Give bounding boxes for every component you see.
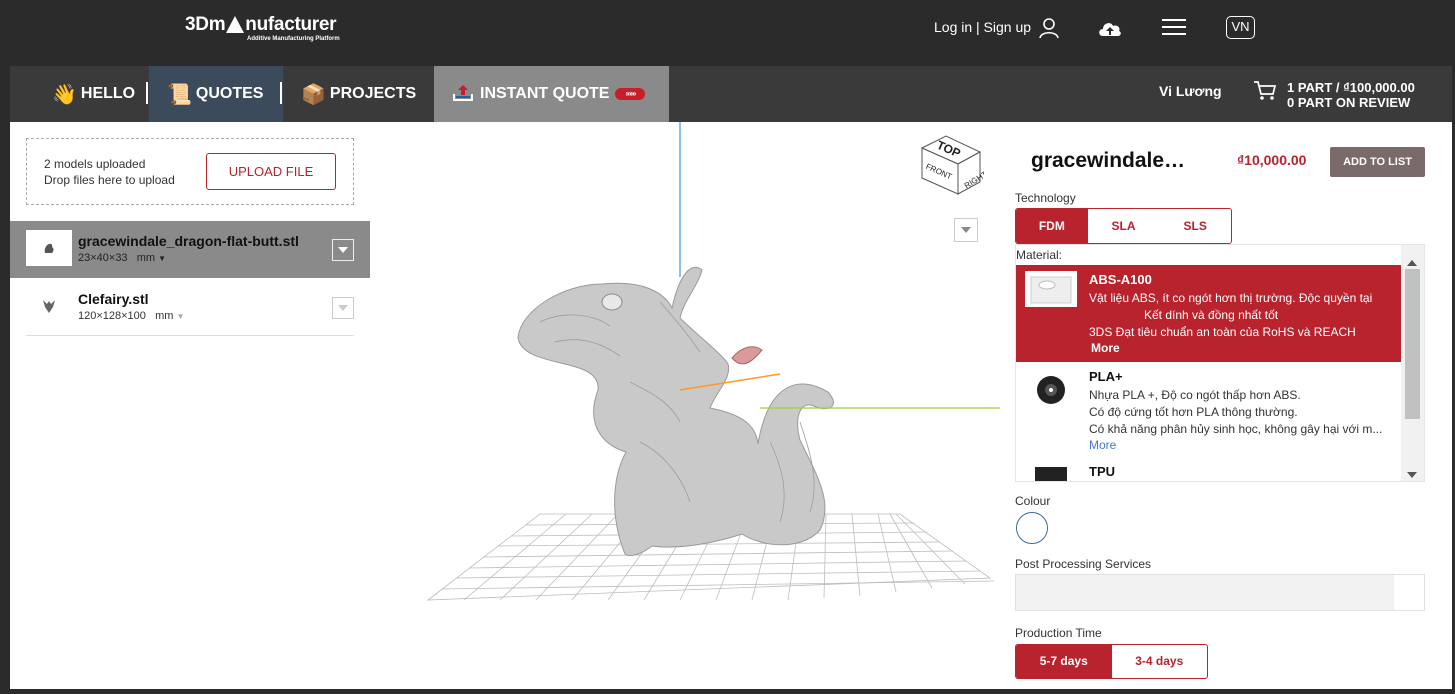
nav-quotes-label: QUOTES bbox=[195, 85, 264, 102]
material-name: PLA+ bbox=[1089, 369, 1123, 384]
post-processing-select[interactable] bbox=[1015, 574, 1425, 611]
material-more-link[interactable]: More bbox=[1089, 437, 1116, 454]
material-desc-line: 3DS Đạt tiêu chuẩn an toàn của RoHS và R… bbox=[1089, 325, 1356, 339]
unit-select[interactable]: mm bbox=[155, 310, 173, 322]
model-thumbnail bbox=[26, 288, 72, 324]
file-dims-value: 23×40×33 bbox=[78, 252, 128, 264]
material-option-tpu[interactable]: TPU bbox=[1016, 457, 1402, 481]
nav-hello[interactable]: 👋 HELLO bbox=[52, 66, 135, 122]
login-signup-link[interactable]: Log in | Sign up bbox=[934, 19, 1031, 35]
3d-model-viewer[interactable]: TOP FRONT RIGHT bbox=[380, 122, 1000, 689]
nav-instant-quote[interactable]: INSTANT QUOTE ›››››› bbox=[434, 66, 669, 122]
logo-tagline: Additive Manufacturing Platform bbox=[247, 36, 340, 42]
nav-quotes[interactable]: 📜 QUOTES bbox=[149, 66, 283, 122]
logo-text-end: nufacturer bbox=[245, 14, 337, 35]
file-options-dropdown[interactable] bbox=[332, 297, 354, 319]
material-name: TPU bbox=[1089, 464, 1115, 479]
material-label: Material: bbox=[1016, 248, 1063, 262]
material-scrollbar[interactable] bbox=[1401, 245, 1424, 481]
nav-divider bbox=[146, 82, 148, 104]
cart-parts-total: 1 PART / ₫100,000.00 bbox=[1287, 80, 1415, 95]
file-row[interactable]: gracewindale_dragon-flat-butt.stl 23×40×… bbox=[10, 221, 370, 278]
upload-dropzone[interactable]: 2 models uploaded Drop files here to upl… bbox=[26, 138, 354, 205]
scroll-down-arrow-icon[interactable] bbox=[1407, 465, 1417, 481]
upload-file-button[interactable]: UPLOAD FILE bbox=[206, 153, 336, 190]
nav-hello-label: HELLO bbox=[80, 85, 136, 102]
user-name[interactable]: Vi Lương bbox=[1159, 83, 1222, 99]
post-processing-label: Post Processing Services bbox=[1015, 557, 1152, 571]
list-divider bbox=[26, 335, 354, 336]
logo-text-start: 3Dm bbox=[185, 14, 226, 35]
technology-label: Technology bbox=[1015, 191, 1076, 205]
brand-logo[interactable]: 3Dm nufacturer Additive Manufacturing Pl… bbox=[185, 14, 340, 42]
production-time-label: Production Time bbox=[1015, 626, 1102, 640]
unit-select[interactable]: mm bbox=[137, 252, 155, 264]
material-thumbnail bbox=[1025, 271, 1077, 307]
tech-sla-button[interactable]: SLA bbox=[1088, 209, 1160, 243]
cloud-upload-icon[interactable] bbox=[1097, 17, 1123, 44]
3d-scene bbox=[426, 122, 1000, 601]
main-nav: 👋 HELLO 📜 QUOTES 📦 PROJECTS INSTANT QUOT… bbox=[10, 66, 1452, 122]
drop-hint: Drop files here to upload bbox=[44, 173, 175, 187]
add-to-list-button[interactable]: ADD TO LIST bbox=[1330, 147, 1425, 177]
upload-info: 2 models uploaded Drop files here to upl… bbox=[44, 156, 175, 188]
view-orientation-cube[interactable]: TOP FRONT RIGHT bbox=[920, 134, 989, 201]
material-thumbnail bbox=[1025, 372, 1077, 408]
file-row[interactable]: Clefairy.stl 120×128×100 mm ▼ bbox=[10, 279, 370, 336]
upload-tray-icon bbox=[452, 82, 474, 107]
file-dimensions: 120×128×100 mm ▼ bbox=[78, 310, 184, 322]
nav-projects[interactable]: 📦 PROJECTS bbox=[301, 66, 416, 122]
model-title: gracewindale… bbox=[1031, 149, 1186, 172]
scroll-icon: 📜 bbox=[167, 83, 192, 106]
tech-sls-button[interactable]: SLS bbox=[1159, 209, 1231, 243]
hamburger-menu-icon[interactable] bbox=[1162, 18, 1186, 41]
material-desc-line: Có độ cứng tốt hơn PLA thông thường. bbox=[1089, 405, 1298, 419]
chevron-down-icon[interactable]: ▼ bbox=[176, 312, 184, 321]
material-desc-line: Nhựa PLA +, Độ co ngót thấp hơn ABS. bbox=[1089, 388, 1301, 402]
file-dimensions: 23×40×33 mm ▼ bbox=[78, 252, 166, 264]
colour-swatch-white[interactable] bbox=[1016, 512, 1048, 544]
model-price: ₫10,000.00 bbox=[1237, 152, 1307, 168]
logo-triangle-icon bbox=[226, 15, 245, 33]
waving-hand-icon: 👋 bbox=[52, 83, 77, 106]
time-3-4-days-button[interactable]: 3-4 days bbox=[1112, 645, 1208, 678]
technology-selector: FDM SLA SLS bbox=[1015, 208, 1232, 244]
production-time-selector: 5-7 days 3-4 days bbox=[1015, 644, 1208, 679]
material-desc-line: Kết dính và đồng nhất tốt bbox=[1144, 308, 1279, 322]
time-5-7-days-button[interactable]: 5-7 days bbox=[1016, 645, 1112, 678]
nav-instant-quote-label: INSTANT QUOTE bbox=[480, 85, 610, 102]
material-option-abs[interactable]: ABS-A100 Vật liệu ABS, ít co ngót hơn th… bbox=[1016, 265, 1402, 362]
model-thumbnail bbox=[26, 230, 72, 266]
content-area: 2 models uploaded Drop files here to upl… bbox=[10, 122, 1452, 689]
material-name: ABS-A100 bbox=[1089, 272, 1152, 287]
cart-parts-review: 0 PART ON REVIEW bbox=[1287, 95, 1411, 110]
view-options-dropdown[interactable] bbox=[954, 218, 978, 242]
material-thumbnail bbox=[1025, 463, 1077, 481]
user-icon[interactable] bbox=[1038, 17, 1060, 44]
cart-summary[interactable]: 1 PART / ₫100,000.00 0 PART ON REVIEW bbox=[1287, 80, 1415, 110]
material-option-pla[interactable]: PLA+ Nhựa PLA +, Độ co ngót thấp hơn ABS… bbox=[1016, 362, 1402, 452]
box-icon: 📦 bbox=[301, 83, 326, 106]
nav-divider bbox=[280, 82, 282, 104]
material-desc-line: Có khả năng phân hủy sinh học, không gây… bbox=[1089, 422, 1383, 436]
material-desc-line: Vật liệu ABS, ít co ngót hơn thị trường.… bbox=[1089, 291, 1373, 305]
file-dims-value: 120×128×100 bbox=[78, 310, 146, 322]
file-name: Clefairy.stl bbox=[78, 291, 149, 307]
cart-icon[interactable] bbox=[1253, 80, 1277, 107]
language-toggle[interactable]: VN bbox=[1226, 16, 1255, 39]
tech-fdm-button[interactable]: FDM bbox=[1016, 209, 1088, 243]
top-bar: 3Dm nufacturer Additive Manufacturing Pl… bbox=[0, 0, 1455, 66]
colour-label: Colour bbox=[1015, 494, 1051, 508]
file-options-dropdown[interactable] bbox=[332, 239, 354, 261]
fast-arrows-icon: ›››››› bbox=[615, 88, 646, 100]
nav-projects-label: PROJECTS bbox=[329, 85, 417, 102]
material-list[interactable]: Material: ABS-A100 Vật liệu ABS, ít co n… bbox=[1015, 244, 1425, 482]
models-uploaded-count: 2 models uploaded bbox=[44, 157, 146, 171]
file-name: gracewindale_dragon-flat-butt.stl bbox=[78, 233, 299, 249]
scrollbar-thumb[interactable] bbox=[1405, 269, 1420, 419]
material-more-link[interactable]: More bbox=[1091, 340, 1120, 357]
chevron-down-icon[interactable]: ▼ bbox=[158, 254, 166, 263]
quote-config-panel: gracewindale… ₫10,000.00 ADD TO LIST Tec… bbox=[1015, 122, 1435, 689]
